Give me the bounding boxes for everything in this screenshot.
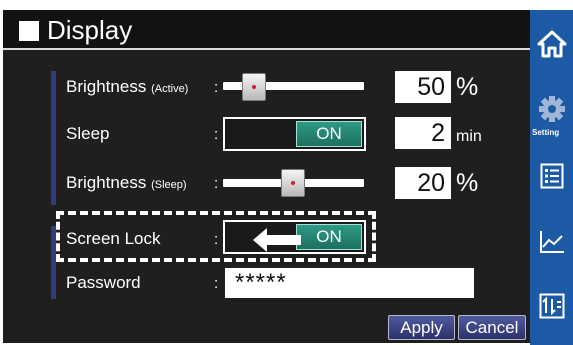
- brightness-sleep-slider-thumb[interactable]: [281, 169, 305, 197]
- sidebar-item-list[interactable]: [530, 163, 573, 189]
- page-title: Display: [47, 15, 133, 45]
- home-icon: [537, 30, 566, 58]
- brightness-sleep-value-field[interactable]: 20: [395, 167, 451, 199]
- sleep-unit: min: [456, 128, 482, 145]
- row-colon: :: [214, 126, 219, 143]
- sort-icon: [539, 293, 564, 319]
- list-icon: [540, 163, 563, 189]
- gear-icon: [538, 96, 565, 122]
- brightness-active-unit: %: [456, 73, 479, 101]
- password-field[interactable]: *****: [225, 268, 474, 298]
- brightness-sleep-sublabel: (Sleep): [151, 179, 187, 191]
- sidebar-item-graph[interactable]: [530, 230, 573, 254]
- password-label: Password: [66, 273, 141, 292]
- sidebar: Setting: [530, 10, 573, 345]
- sidebar-item-sort[interactable]: [530, 293, 573, 319]
- brightness-active-slider-thumb[interactable]: [242, 73, 266, 101]
- apply-button[interactable]: Apply: [388, 315, 455, 340]
- group-accent-bar: [51, 71, 56, 205]
- sleep-label: Sleep: [66, 124, 110, 143]
- sleep-minutes-field[interactable]: 2: [395, 117, 451, 149]
- title-bar: Display: [3, 10, 530, 50]
- brightness-sleep-label: Brightness (Sleep): [66, 173, 187, 192]
- row-colon: :: [214, 275, 219, 292]
- brightness-active-value-field[interactable]: 50: [395, 71, 451, 103]
- sleep-toggle[interactable]: ON: [223, 117, 366, 151]
- sidebar-item-setting[interactable]: Setting: [530, 95, 573, 145]
- slider-dot-icon: [252, 85, 256, 89]
- sidebar-item-home[interactable]: [530, 30, 573, 58]
- display-settings-screen: Display Brightness (Active) : 50 % Sleep…: [0, 0, 573, 345]
- slider-dot-icon: [291, 181, 295, 185]
- brightness-active-label: Brightness (Active): [66, 77, 189, 96]
- row-colon: :: [214, 175, 219, 192]
- cancel-button[interactable]: Cancel: [458, 315, 526, 340]
- settings-panel: Display Brightness (Active) : 50 % Sleep…: [3, 10, 530, 343]
- brightness-sleep-unit: %: [456, 169, 479, 197]
- sleep-toggle-on-button[interactable]: ON: [296, 121, 362, 147]
- screen-lock-highlight: [56, 211, 376, 262]
- sidebar-setting-label: Setting: [532, 128, 560, 137]
- row-colon: :: [214, 79, 219, 96]
- title-square-icon: [19, 21, 39, 41]
- brightness-active-sublabel: (Active): [151, 83, 189, 95]
- graph-icon: [539, 231, 564, 253]
